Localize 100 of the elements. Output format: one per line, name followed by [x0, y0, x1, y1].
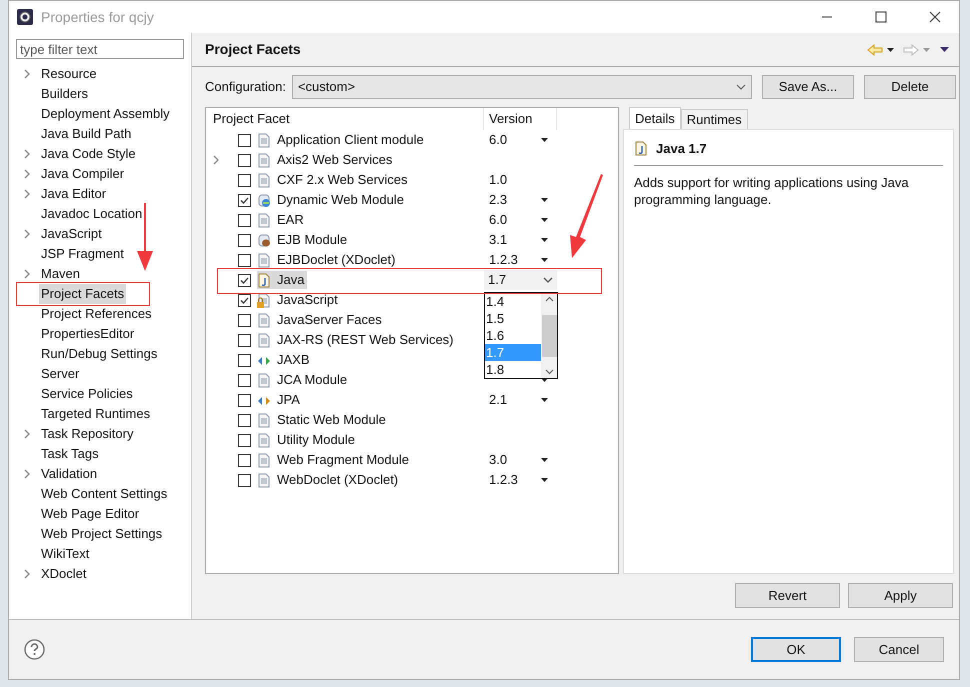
- dropdown-arrow-icon[interactable]: [541, 238, 548, 242]
- dropdown-option[interactable]: 1.8: [485, 361, 541, 378]
- sidebar-item[interactable]: Resource: [39, 64, 99, 84]
- expand-chevron-icon[interactable]: [24, 69, 30, 79]
- sidebar-item[interactable]: Java Compiler: [39, 164, 126, 184]
- details-tab[interactable]: Details: [629, 107, 681, 129]
- facet-label[interactable]: Dynamic Web Module: [257, 191, 407, 209]
- facet-label[interactable]: Application Client module: [257, 131, 427, 149]
- checkbox[interactable]: [238, 394, 251, 406]
- sidebar-item[interactable]: Targeted Runtimes: [39, 404, 152, 424]
- checkbox[interactable]: [238, 274, 251, 286]
- checkbox[interactable]: [238, 234, 251, 246]
- filter-field[interactable]: type filter text: [16, 39, 184, 59]
- page-button[interactable]: Apply: [848, 583, 953, 608]
- dropdown-option[interactable]: 1.4: [485, 293, 541, 310]
- dropdown-option[interactable]: 1.5: [485, 310, 541, 327]
- facet-label[interactable]: Java: [257, 271, 308, 289]
- details-tab[interactable]: Runtimes: [680, 109, 748, 129]
- dropdown-arrow-icon[interactable]: [541, 258, 548, 262]
- sidebar-item[interactable]: Task Tags: [39, 444, 101, 464]
- toolbar-button[interactable]: Delete: [864, 75, 956, 99]
- sidebar-item[interactable]: Service Policies: [39, 384, 135, 404]
- page-button[interactable]: Revert: [735, 583, 840, 608]
- close-icon[interactable]: [929, 11, 941, 23]
- sidebar-item[interactable]: Web Content Settings: [39, 484, 170, 504]
- sidebar-item[interactable]: Task Repository: [39, 424, 136, 444]
- facet-label[interactable]: Static Web Module: [257, 411, 389, 429]
- expand-chevron-icon[interactable]: [24, 429, 30, 439]
- facet-label[interactable]: EJB Module: [257, 231, 350, 249]
- facet-label[interactable]: EJBDoclet (XDoclet): [257, 251, 398, 269]
- dropdown-arrow-icon[interactable]: [541, 458, 548, 462]
- sidebar-item[interactable]: Web Project Settings: [39, 524, 164, 544]
- sidebar-item[interactable]: WikiText: [39, 544, 92, 564]
- facet-label[interactable]: Web Fragment Module: [257, 451, 412, 469]
- facet-label[interactable]: CXF 2.x Web Services: [257, 171, 411, 189]
- version-combo[interactable]: 1.7: [484, 270, 557, 290]
- facet-label[interactable]: JAXB: [257, 351, 313, 369]
- view-menu-icon[interactable]: [940, 47, 949, 52]
- dropdown-arrow-icon[interactable]: [541, 138, 548, 142]
- maximize-icon[interactable]: [875, 11, 887, 23]
- checkbox[interactable]: [238, 414, 251, 426]
- expand-chevron-icon[interactable]: [24, 229, 30, 239]
- checkbox[interactable]: [238, 194, 251, 206]
- scroll-up-icon[interactable]: [544, 296, 554, 302]
- sidebar-item[interactable]: Java Code Style: [39, 144, 138, 164]
- sidebar-item[interactable]: Builders: [39, 84, 90, 104]
- dropdown-arrow-icon[interactable]: [541, 218, 548, 222]
- sidebar-item[interactable]: Maven: [39, 264, 82, 284]
- dropdown-arrow-icon[interactable]: [887, 48, 894, 52]
- sidebar-item[interactable]: Run/Debug Settings: [39, 344, 160, 364]
- checkbox[interactable]: [238, 174, 251, 186]
- dropdown-arrow-icon[interactable]: [541, 398, 548, 402]
- sidebar-item[interactable]: Javadoc Location: [39, 204, 144, 224]
- dialog-button[interactable]: Cancel: [854, 637, 944, 662]
- facet-label[interactable]: JPA: [257, 391, 303, 409]
- checkbox[interactable]: [238, 354, 251, 366]
- column-header[interactable]: Version: [484, 108, 557, 130]
- facet-label[interactable]: JavaScript: [257, 291, 341, 309]
- facet-label[interactable]: JAX-RS (REST Web Services): [257, 331, 457, 349]
- checkbox[interactable]: [238, 134, 251, 146]
- checkbox[interactable]: [238, 294, 251, 306]
- column-header[interactable]: Project Facet: [206, 108, 484, 130]
- sidebar-item[interactable]: Java Editor: [39, 184, 108, 204]
- expand-chevron-icon[interactable]: [24, 269, 30, 279]
- facet-label[interactable]: JavaServer Faces: [257, 311, 385, 329]
- checkbox[interactable]: [238, 334, 251, 346]
- checkbox[interactable]: [238, 434, 251, 446]
- toolbar-button[interactable]: Save As...: [762, 75, 854, 99]
- expand-chevron-icon[interactable]: [24, 569, 30, 579]
- sidebar-item[interactable]: Project Facets: [39, 284, 126, 304]
- sidebar-item[interactable]: Validation: [39, 464, 100, 484]
- checkbox[interactable]: [238, 314, 251, 326]
- sidebar-item[interactable]: Deployment Assembly: [39, 104, 172, 124]
- checkbox[interactable]: [238, 374, 251, 386]
- dropdown-arrow-icon[interactable]: [541, 198, 548, 202]
- scroll-down-icon[interactable]: [544, 369, 554, 375]
- help-icon[interactable]: [24, 639, 45, 660]
- chevron-down-icon[interactable]: [736, 84, 746, 90]
- configuration-dropdown[interactable]: <custom>: [292, 75, 752, 99]
- scrollbar[interactable]: [541, 293, 557, 378]
- expand-chevron-icon[interactable]: [213, 155, 219, 165]
- sidebar-item[interactable]: Server: [39, 364, 82, 384]
- checkbox[interactable]: [238, 454, 251, 466]
- sidebar-item[interactable]: Project References: [39, 304, 154, 324]
- sidebar-item[interactable]: JSP Fragment: [39, 244, 126, 264]
- checkbox[interactable]: [238, 474, 251, 486]
- facet-label[interactable]: Utility Module: [257, 431, 358, 449]
- facet-label[interactable]: Axis2 Web Services: [257, 151, 396, 169]
- dialog-button[interactable]: OK: [751, 637, 841, 662]
- version-dropdown-list[interactable]: 1.4 1.5 1.6 1.7 1.8: [484, 292, 558, 379]
- chevron-down-icon[interactable]: [543, 277, 553, 283]
- sidebar-item[interactable]: PropertiesEditor: [39, 324, 136, 344]
- checkbox[interactable]: [238, 214, 251, 226]
- dropdown-option[interactable]: 1.6: [485, 327, 541, 344]
- dropdown-arrow-icon[interactable]: [541, 478, 548, 482]
- sidebar-item[interactable]: Web Page Editor: [39, 504, 142, 524]
- facet-label[interactable]: EAR: [257, 211, 307, 229]
- facet-label[interactable]: WebDoclet (XDoclet): [257, 471, 402, 489]
- expand-chevron-icon[interactable]: [24, 469, 30, 479]
- checkbox[interactable]: [238, 254, 251, 266]
